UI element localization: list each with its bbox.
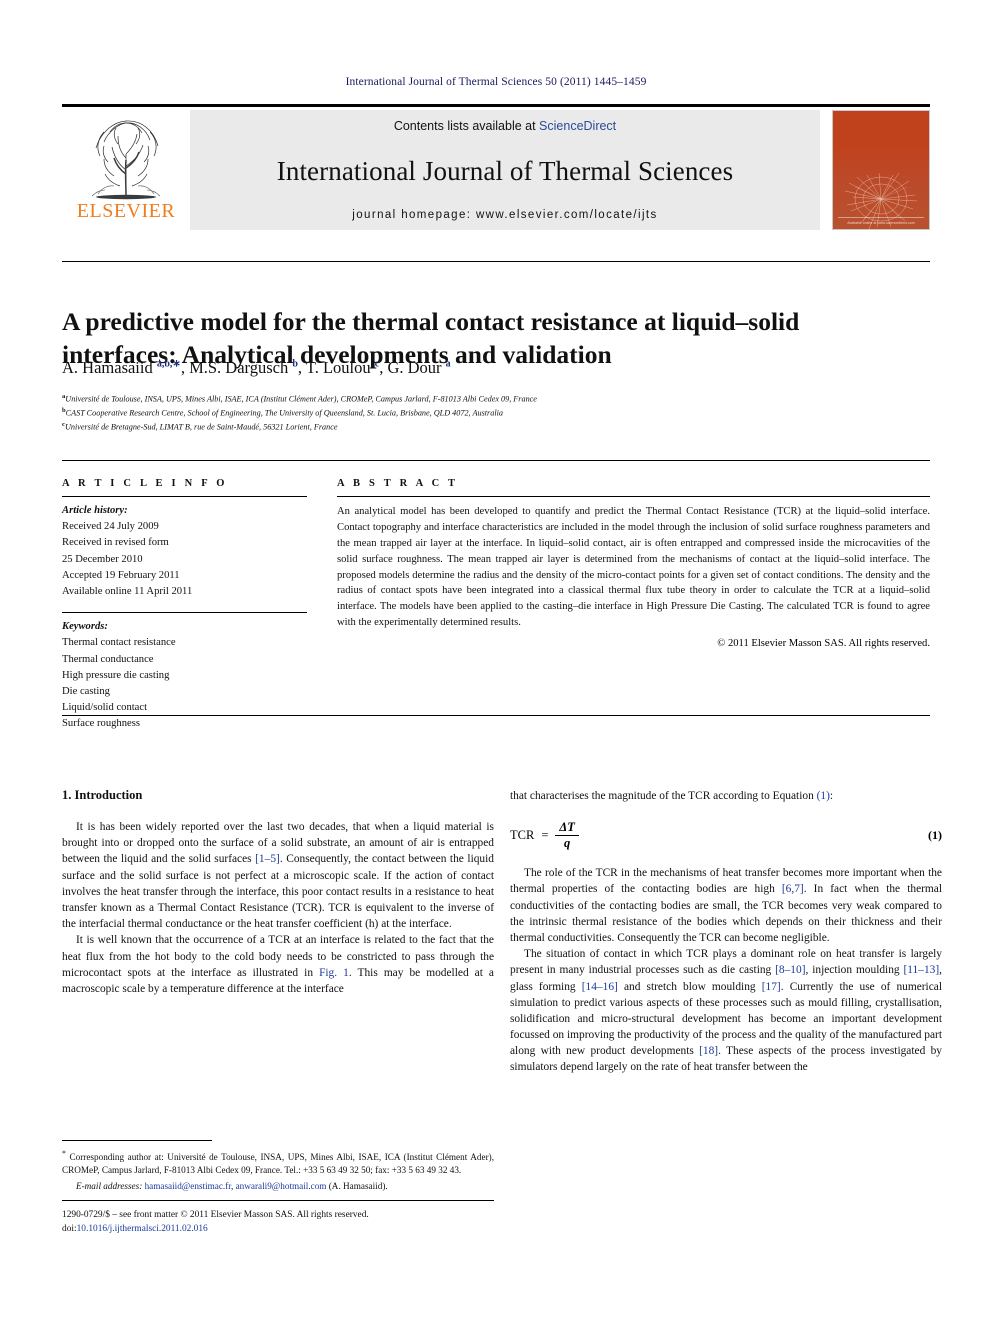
equation-link-1[interactable]: (1) (817, 790, 830, 802)
paragraph-intro-1: It is has been widely reported over the … (62, 819, 494, 932)
elsevier-tree-icon (74, 114, 178, 200)
article-info-column: A R T I C L E I N F O Article history: R… (62, 478, 307, 733)
paragraph-intro-5: The situation of contact in which TCR pl… (510, 946, 942, 1076)
email-label: E-mail addresses: (76, 1180, 143, 1191)
journal-homepage[interactable]: journal homepage: www.elsevier.com/locat… (352, 209, 657, 221)
doi-link[interactable]: 10.1016/j.ijthermalsci.2011.02.016 (77, 1224, 208, 1234)
equation-numerator: ΔT (559, 820, 575, 835)
running-head: International Journal of Thermal Science… (345, 76, 647, 88)
reference-link-6-7[interactable]: [6,7] (782, 883, 804, 895)
footer-rule (62, 1200, 494, 1201)
author-list: A. Hamasaiid a,b,∗, M.S. Dargusch b, T. … (62, 358, 451, 377)
affiliation-marker: b (62, 407, 66, 415)
equation-denominator: q (563, 836, 571, 851)
keyword-item: Die casting (62, 686, 110, 698)
elsevier-wordmark: ELSEVIER (76, 200, 176, 222)
body-left-column: 1. Introduction It is has been widely re… (62, 788, 494, 997)
body-right-column: that characterises the magnitude of the … (510, 788, 942, 1076)
doi-label: doi: (62, 1224, 77, 1235)
reference-link-17[interactable]: [17] (762, 981, 781, 993)
text-run: , injection moulding (805, 964, 904, 977)
info-top-rule (62, 460, 930, 461)
footer-block: 1290-0729/$ – see front matter © 2011 El… (62, 1208, 522, 1236)
journal-title: International Journal of Thermal Science… (276, 155, 734, 186)
article-history-item: 25 December 2010 (62, 553, 143, 565)
corresponding-author-text: Corresponding author at: Université de T… (62, 1152, 494, 1176)
affiliation-item: aUniversité de Toulouse, INSA, UPS, Mine… (62, 393, 537, 404)
section-heading-introduction: 1. Introduction (62, 788, 143, 802)
affiliation-marker: c (62, 421, 65, 429)
abstract-rule (337, 496, 930, 497)
journal-banner: ELSEVIER Contents lists available at Sci… (62, 104, 930, 230)
text-run: and stretch blow moulding (617, 980, 762, 993)
contents-prefix: Contents lists available at (393, 119, 540, 133)
keywords-rule (62, 612, 307, 614)
doi-line: doi:10.1016/j.ijthermalsci.2011.02.016 (62, 1222, 522, 1236)
affiliation-marker: a (62, 393, 66, 400)
email-link-secondary[interactable]: anwarali9@hotmail.com (236, 1181, 327, 1191)
paragraph-intro-4: The role of the TCR in the mechanisms of… (510, 865, 942, 946)
affiliation-item: bCAST Cooperative Research Centre, Schoo… (62, 407, 503, 418)
contents-available-line: Contents lists available at ScienceDirec… (394, 119, 616, 133)
journal-article-page: International Journal of Thermal Science… (0, 0, 992, 1323)
equation-number: (1) (928, 828, 942, 843)
article-history-item: Accepted 19 February 2011 (62, 569, 180, 581)
keywords-lines: Thermal contact resistance Thermal conduc… (62, 635, 307, 732)
sciencedirect-link[interactable]: ScienceDirect (539, 119, 616, 133)
text-run: : (829, 790, 834, 802)
keyword-item: Thermal contact resistance (62, 637, 176, 649)
email-link-primary[interactable]: hamasaiid@enstimac.fr (145, 1181, 231, 1191)
keyword-item: Liquid/solid contact (62, 702, 148, 714)
keyword-item: Surface roughness (62, 718, 140, 730)
equation-1: TCR = ΔT q (1) (510, 820, 942, 851)
reference-link-18[interactable]: [18] (699, 1045, 718, 1057)
article-history-label: Article history: (62, 505, 128, 516)
cover-footer-text: Available online at www.sciencedirect.co… (847, 221, 915, 225)
article-info-heading: A R T I C L E I N F O (62, 478, 228, 489)
paragraph-intro-2: It is well known that the occurrence of … (62, 932, 494, 997)
affiliation-list: aUniversité de Toulouse, INSA, UPS, Mine… (62, 392, 892, 434)
article-history-item: Received 24 July 2009 (62, 521, 159, 533)
paragraph-intro-3-continued: that characterises the magnitude of the … (510, 788, 942, 804)
article-history-item: Received in revised form (62, 537, 169, 549)
banner-top-rule (62, 104, 930, 107)
footnote-rule (62, 1140, 212, 1141)
abstract-bottom-rule (62, 715, 930, 716)
reference-link-11-13[interactable]: [11–13] (903, 964, 939, 976)
keywords-label: Keywords: (62, 621, 108, 633)
reference-link-14-16[interactable]: [14–16] (582, 981, 618, 993)
abstract-heading: A B S T R A C T (337, 478, 459, 489)
article-history-lines: Received 24 July 2009 Received in revised… (62, 519, 307, 600)
text-run: that characterises the magnitude of the … (510, 790, 817, 802)
abstract-copyright: © 2011 Elsevier Masson SAS. All rights r… (717, 638, 930, 650)
title-separator-rule (62, 261, 930, 262)
cover-artwork (833, 163, 929, 229)
figure-link-fig1[interactable]: Fig. 1 (319, 967, 349, 979)
affiliation-item: cUniversité de Bretagne-Sud, LIMAT B, ru… (62, 421, 338, 432)
keyword-item: Thermal conductance (62, 653, 154, 665)
footnote-block: * Corresponding author at: Université de… (62, 1148, 494, 1193)
equation-equals: = (541, 828, 549, 843)
email-line: E-mail addresses: hamasaiid@enstimac.fr,… (62, 1180, 494, 1193)
elsevier-logo: ELSEVIER (62, 110, 190, 230)
reference-link-8-10[interactable]: [8–10] (775, 964, 805, 976)
equation-lhs: TCR (510, 828, 535, 843)
reference-link-1-5[interactable]: [1–5] (255, 853, 280, 865)
issn-line: 1290-0729/$ – see front matter © 2011 El… (62, 1210, 369, 1220)
equation-fraction: ΔT q (555, 820, 579, 851)
email-suffix: (A. Hamasaiid). (328, 1180, 388, 1191)
article-info-rule (62, 496, 307, 497)
corresponding-author-marker: * (62, 1149, 66, 1158)
keyword-item: High pressure die casting (62, 669, 170, 681)
abstract-column: A B S T R A C T An analytical model has … (337, 478, 930, 649)
article-history-item: Available online 11 April 2011 (62, 586, 193, 598)
abstract-text: An analytical model has been developed t… (337, 506, 930, 629)
journal-cover-thumbnail: International Journal of Thermal Science… (832, 110, 930, 230)
banner-center: Contents lists available at ScienceDirec… (190, 110, 820, 230)
article-history-block: Article history: Received 24 July 2009 Re… (62, 503, 307, 600)
